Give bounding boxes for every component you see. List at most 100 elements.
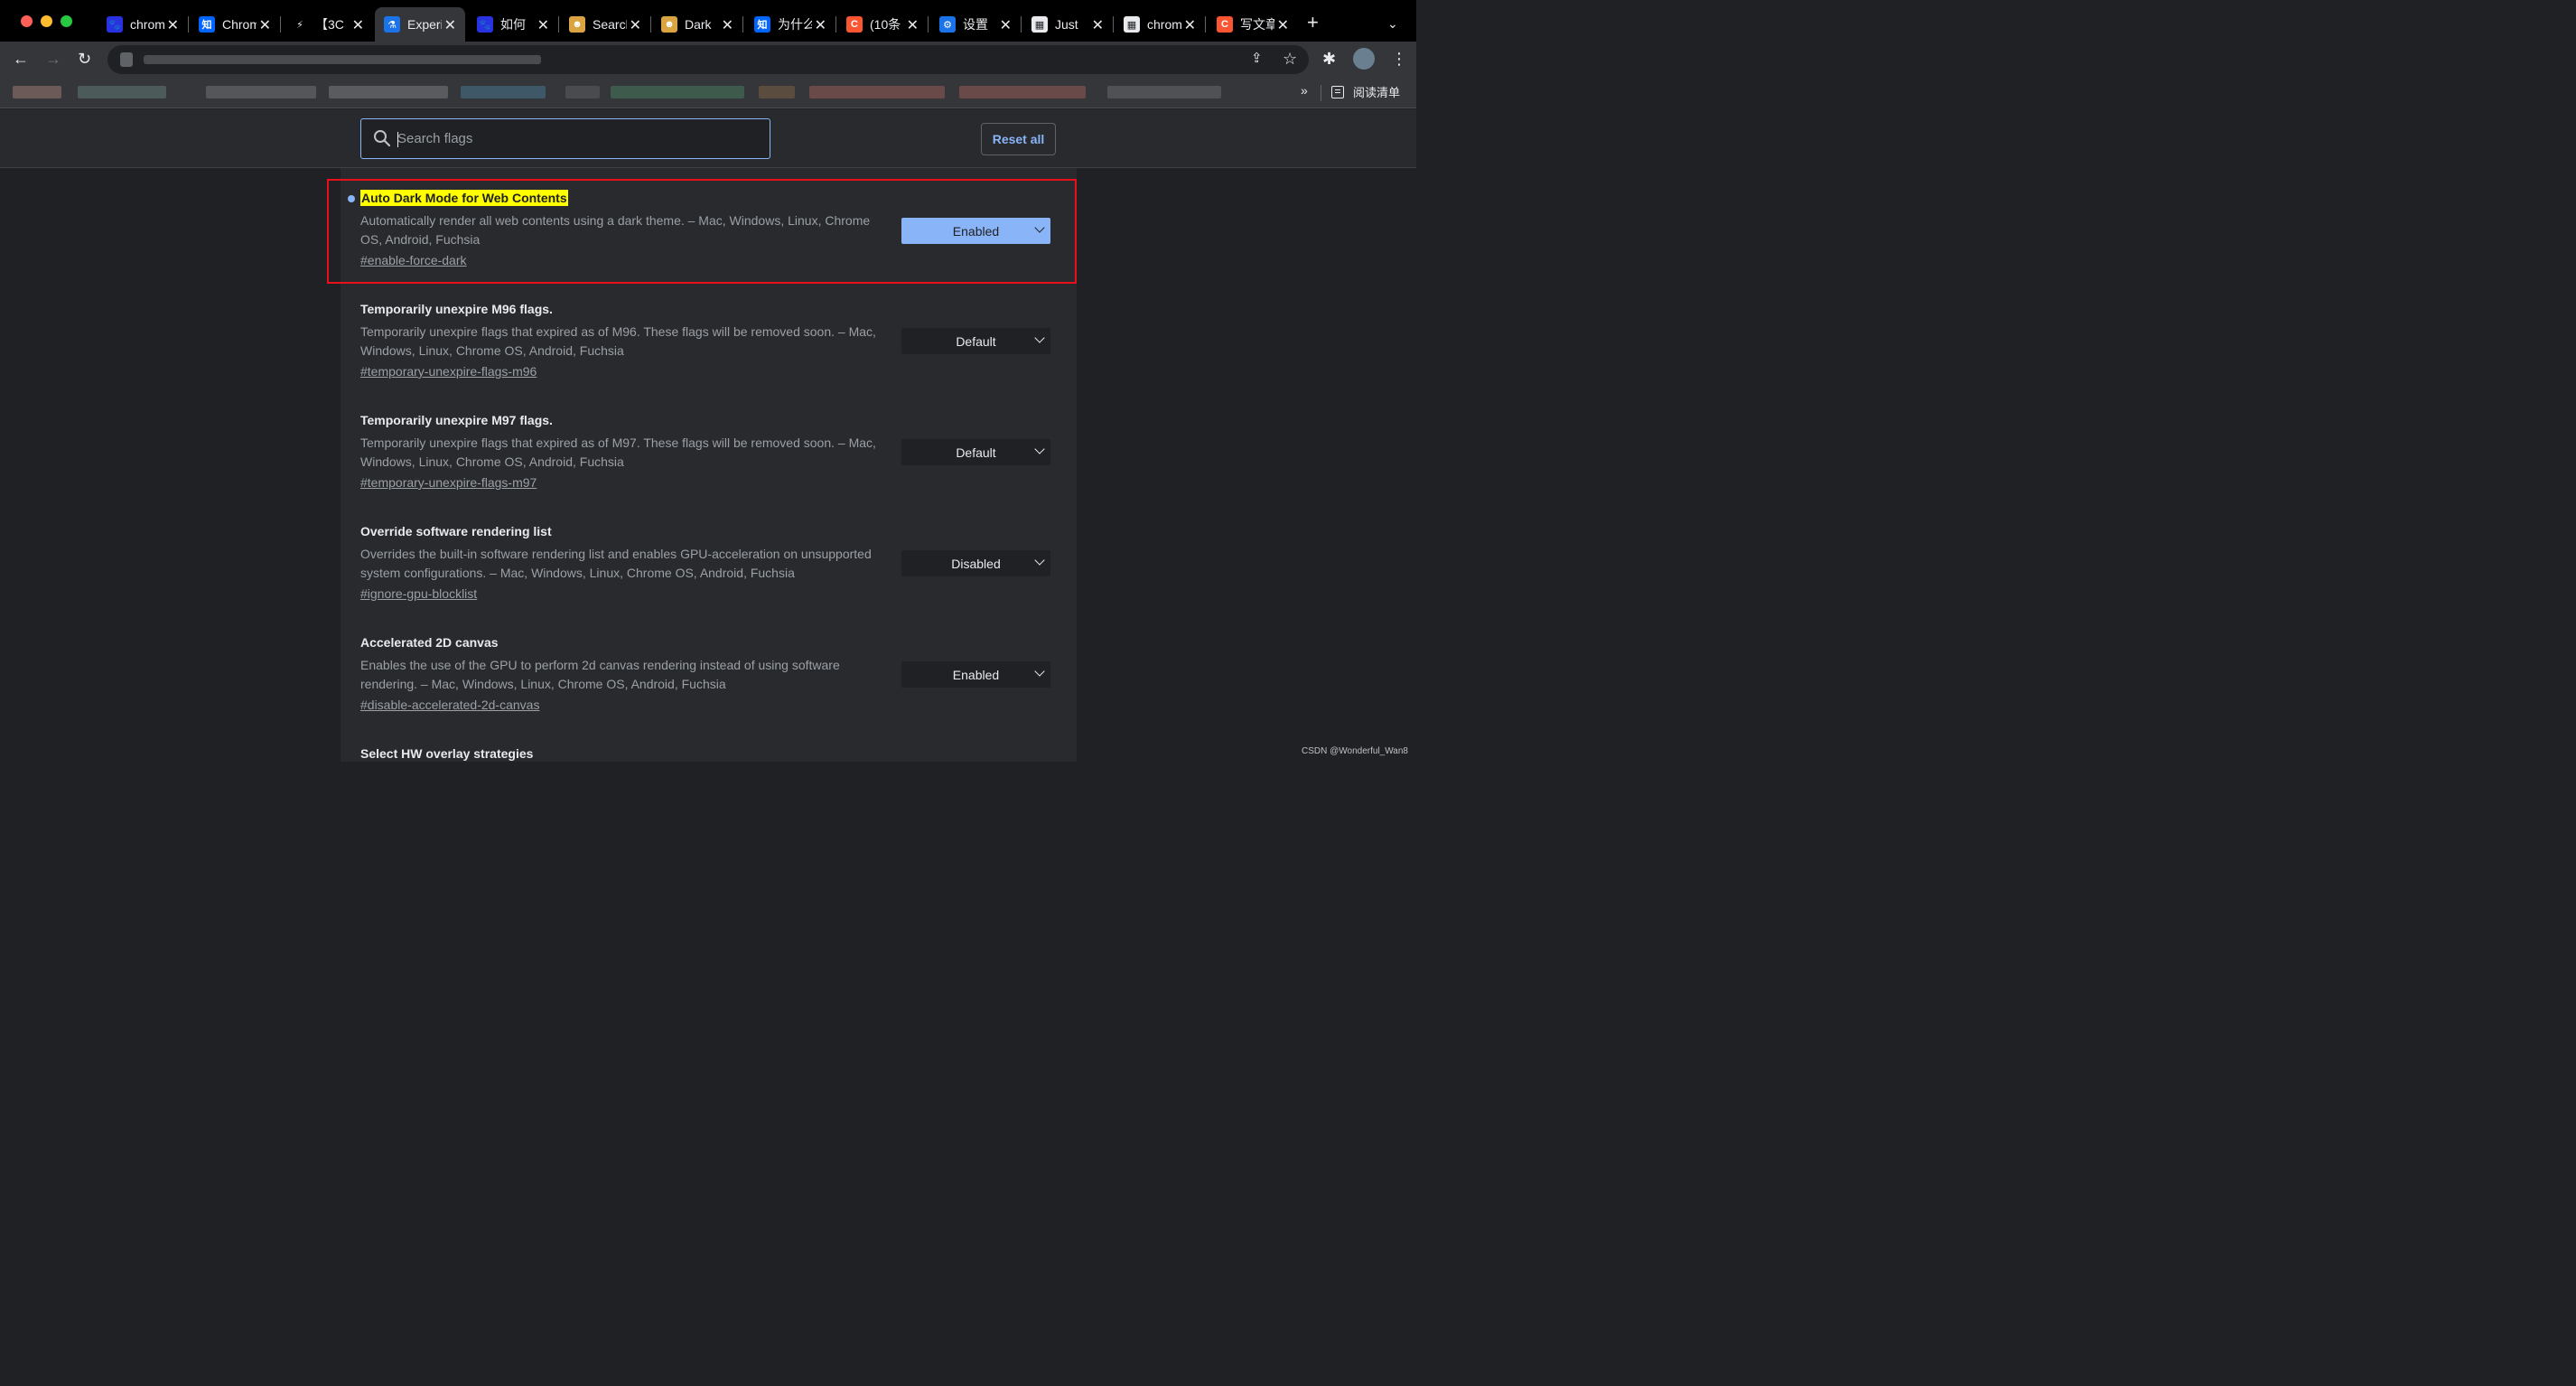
- maximize-window-button[interactable]: [61, 15, 72, 27]
- close-tab-icon[interactable]: ✕: [907, 16, 919, 34]
- flag-permalink[interactable]: #ignore-gpu-blocklist: [360, 585, 477, 603]
- more-menu-icon[interactable]: ⋮: [1391, 49, 1407, 69]
- close-window-button[interactable]: [21, 15, 33, 27]
- flag-state-select[interactable]: Default: [901, 439, 1050, 465]
- browser-tab[interactable]: ☻ Dark ✕: [652, 7, 742, 42]
- tab-divider: [188, 16, 189, 33]
- browser-tab[interactable]: C (10条 ✕: [837, 7, 928, 42]
- close-tab-icon[interactable]: ✕: [815, 16, 826, 34]
- bookmarks-overflow-button[interactable]: »: [1301, 83, 1308, 98]
- flag-item: Accelerated 2D canvas Enables the use of…: [360, 634, 1069, 714]
- browser-tab[interactable]: ☻ Search✕: [560, 7, 650, 42]
- flag-state-select[interactable]: Disabled: [901, 550, 1050, 576]
- browser-tab[interactable]: ⚡ 【3C ✕: [283, 7, 373, 42]
- bookmark-item[interactable]: [565, 86, 600, 98]
- baidu-icon: 🐾: [477, 16, 493, 33]
- site-info-icon[interactable]: [120, 52, 133, 67]
- browser-window: 🐾chrome✕知Chrome✕⚡【3C✕⚗Experiments✕🐾如何✕☻S…: [0, 0, 1416, 762]
- browser-tab[interactable]: 🐾 如何 ✕: [468, 7, 558, 42]
- bookmark-item[interactable]: [78, 86, 166, 98]
- flag-permalink[interactable]: #disable-accelerated-2d-canvas: [360, 696, 539, 714]
- browser-tab[interactable]: 知 Chrome✕: [190, 7, 280, 42]
- flag-description: Enables the use of the GPU to perform 2d…: [360, 658, 840, 691]
- tab-title: 为什么: [778, 17, 812, 32]
- bookmark-item[interactable]: [611, 86, 744, 98]
- close-tab-icon[interactable]: ✕: [722, 16, 733, 34]
- browser-toolbar: ← → ↻ ⇪ ☆ ✱ ⋮: [0, 42, 1416, 78]
- new-tab-button[interactable]: +: [1307, 13, 1319, 33]
- flag-title: Override software rendering list: [360, 524, 552, 538]
- tab-divider: [1021, 16, 1022, 33]
- tab-divider: [928, 16, 929, 33]
- flag-state-value: Enabled: [952, 667, 1000, 682]
- close-tab-icon[interactable]: ✕: [1092, 16, 1104, 34]
- chrome-store-icon: ▦: [1031, 16, 1048, 33]
- tab-title: Chrome: [222, 17, 257, 32]
- tab-title: chrome: [130, 17, 164, 32]
- browser-tab[interactable]: 🐾 chrome✕: [98, 7, 188, 42]
- close-tab-icon[interactable]: ✕: [630, 16, 641, 34]
- reload-icon[interactable]: ↻: [78, 49, 91, 69]
- tab-search-icon[interactable]: ⌄: [1387, 16, 1398, 32]
- tab-divider: [742, 16, 743, 33]
- browser-tab[interactable]: ▦ chrome✕: [1115, 7, 1205, 42]
- flag-description: Temporarily unexpire flags that expired …: [360, 435, 876, 469]
- flags-list: Auto Dark Mode for Web Contents Automati…: [341, 168, 1077, 762]
- bookmark-item[interactable]: [461, 86, 546, 98]
- browser-tab[interactable]: C 写文章 ✕: [1208, 7, 1298, 42]
- share-icon[interactable]: ⇪: [1251, 49, 1263, 69]
- bookmark-item[interactable]: [959, 86, 1086, 98]
- flag-permalink[interactable]: #enable-force-dark: [360, 251, 467, 269]
- watermark: CSDN @Wonderful_Wan8: [1302, 746, 1408, 756]
- flag-state-select[interactable]: Enabled: [901, 218, 1050, 244]
- close-tab-icon[interactable]: ✕: [1184, 16, 1196, 34]
- reading-list-button[interactable]: 阅读清单: [1331, 83, 1400, 100]
- close-tab-icon[interactable]: ✕: [259, 16, 271, 34]
- tab-title: Search: [593, 17, 627, 32]
- tab-title: Just: [1055, 17, 1078, 32]
- browser-tab[interactable]: ⚗ Experiments✕: [375, 7, 465, 42]
- flag-permalink[interactable]: #temporary-unexpire-flags-m96: [360, 362, 537, 380]
- browser-tab[interactable]: ▦ Just ✕: [1022, 7, 1113, 42]
- close-tab-icon[interactable]: ✕: [352, 16, 364, 34]
- profile-avatar[interactable]: [1353, 48, 1375, 70]
- dark-reader-icon: ☻: [569, 16, 585, 33]
- chevron-down-icon: [1034, 444, 1045, 454]
- bookmark-item[interactable]: [759, 86, 795, 98]
- close-tab-icon[interactable]: ✕: [537, 16, 549, 34]
- bookmark-item[interactable]: [329, 86, 448, 98]
- flag-permalink[interactable]: #temporary-unexpire-flags-m97: [360, 473, 537, 492]
- search-box[interactable]: [360, 118, 770, 159]
- bookmark-star-icon[interactable]: ☆: [1283, 49, 1297, 69]
- browser-tab[interactable]: ⚙ 设置 ✕: [930, 7, 1021, 42]
- flag-state-select[interactable]: Enabled: [901, 661, 1050, 688]
- dark-reader-icon: ☻: [661, 16, 677, 33]
- minimize-window-button[interactable]: [41, 15, 52, 27]
- search-flags-input[interactable]: [397, 119, 759, 158]
- close-tab-icon[interactable]: ✕: [444, 16, 456, 34]
- flag-description: Temporarily unexpire flags that expired …: [360, 324, 876, 358]
- bookmark-item[interactable]: [206, 86, 316, 98]
- back-arrow-icon[interactable]: ←: [13, 49, 29, 69]
- flags-header: Reset all: [0, 109, 1416, 168]
- forward-arrow-icon[interactable]: →: [45, 49, 61, 69]
- close-tab-icon[interactable]: ✕: [167, 16, 179, 34]
- close-tab-icon[interactable]: ✕: [1000, 16, 1012, 34]
- bookmark-item[interactable]: [809, 86, 945, 98]
- close-tab-icon[interactable]: ✕: [1277, 16, 1289, 34]
- address-bar[interactable]: [107, 45, 1309, 74]
- flag-state-select[interactable]: Default: [901, 328, 1050, 354]
- flag-description: Automatically render all web contents us…: [360, 213, 871, 247]
- reset-all-button[interactable]: Reset all: [981, 123, 1056, 155]
- bookmark-item[interactable]: [13, 86, 61, 98]
- extensions-puzzle-icon[interactable]: ✱: [1322, 49, 1336, 69]
- zhihu-icon: 知: [754, 16, 770, 33]
- address-text-redacted: [144, 55, 541, 64]
- reading-list-icon: [1331, 85, 1344, 98]
- flag-title: Accelerated 2D canvas: [360, 635, 499, 650]
- csdn-icon: C: [846, 16, 863, 33]
- bookmark-item[interactable]: [1107, 86, 1221, 98]
- flag-state-value: Disabled: [951, 556, 1001, 571]
- flag-title: Auto Dark Mode for Web Contents: [360, 190, 568, 206]
- browser-tab[interactable]: 知为什么 ✕: [745, 7, 835, 42]
